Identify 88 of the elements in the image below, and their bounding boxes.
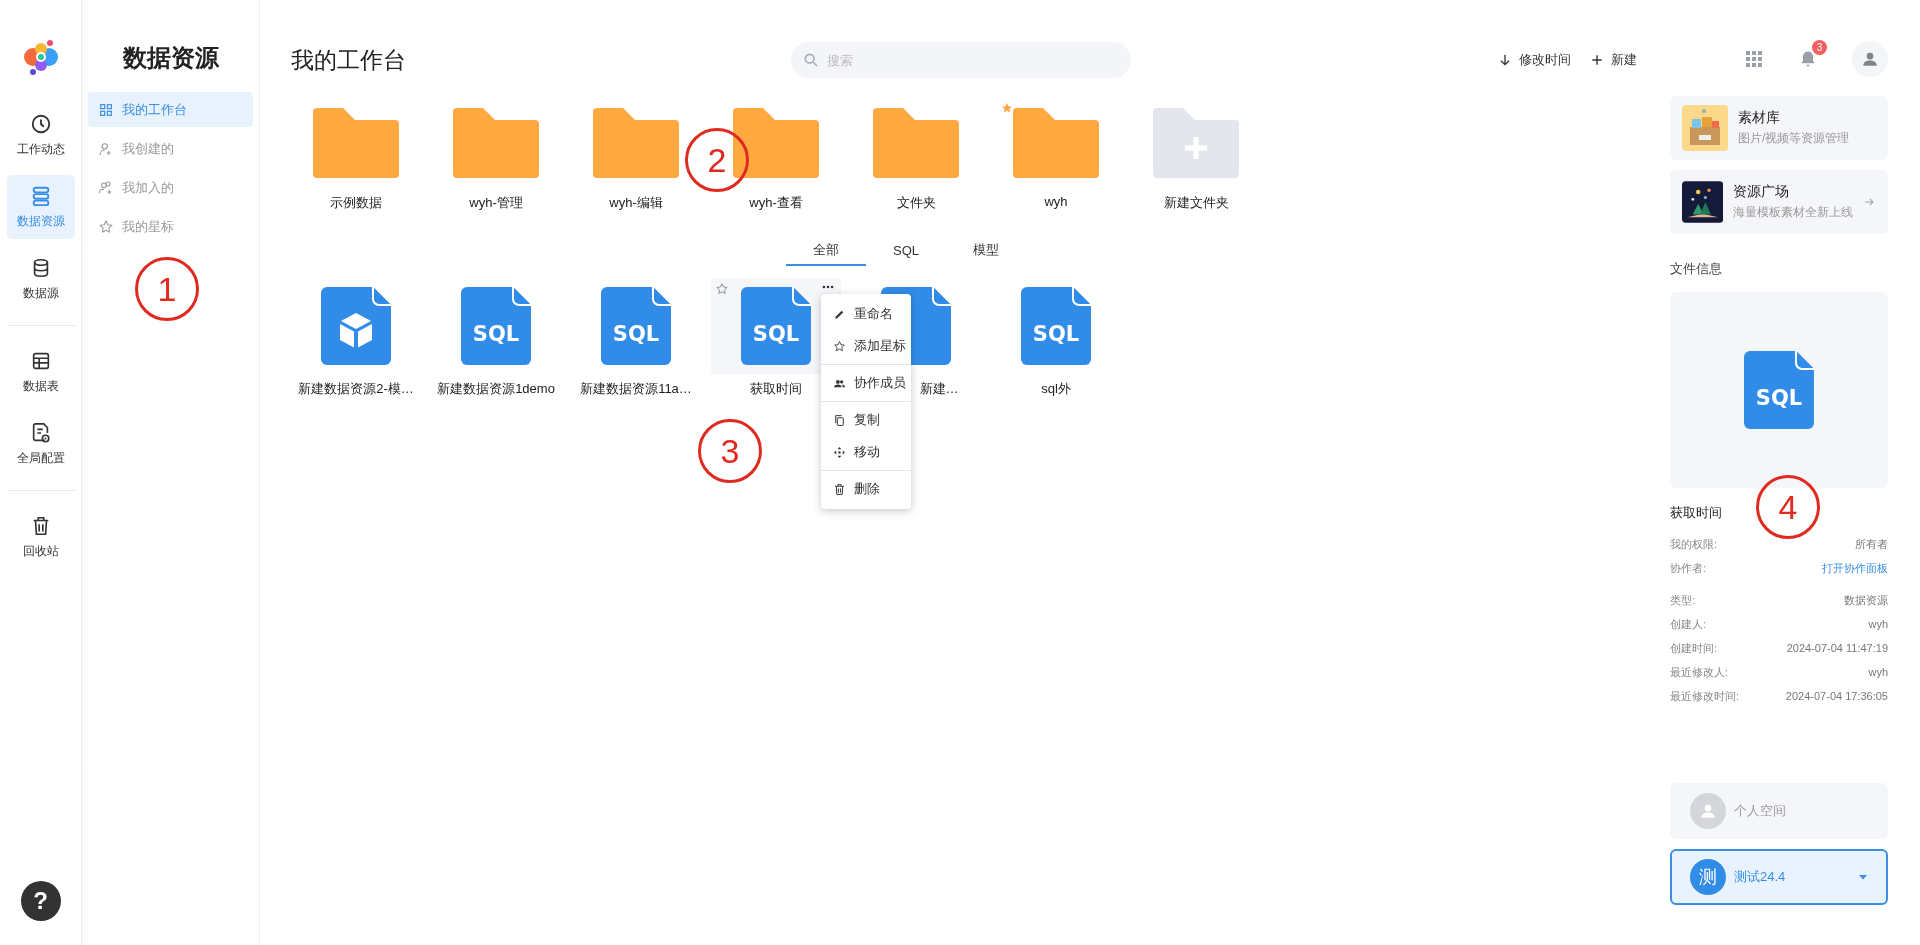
menu-item[interactable]: 删除 xyxy=(821,473,911,505)
collaboration-link[interactable]: 打开协作面板 xyxy=(1822,560,1888,576)
info-label: 协作者: xyxy=(1670,560,1707,576)
file-name: 新建数据资源1demo xyxy=(437,380,555,398)
sort-button[interactable]: 修改时间 xyxy=(1497,51,1571,69)
grid-icon xyxy=(98,101,114,118)
folder-icon[interactable] xyxy=(313,108,399,178)
info-label: 最近修改人: xyxy=(1670,664,1729,680)
info-label: 最近修改时间: xyxy=(1670,688,1740,704)
folder-icon[interactable] xyxy=(733,108,819,178)
annotation-number: 3 xyxy=(698,419,762,483)
copy-icon xyxy=(833,413,846,427)
page-title: 我的工作台 xyxy=(291,45,407,75)
file-name: 新建… xyxy=(919,380,959,398)
info-label: 类型: xyxy=(1670,592,1696,608)
annotation-number: 1 xyxy=(135,257,199,321)
notification-count: 3 xyxy=(1812,40,1827,55)
folder-icon[interactable] xyxy=(873,108,959,178)
search-icon xyxy=(803,52,819,68)
help-button[interactable]: ? xyxy=(20,881,61,921)
nav-item[interactable]: 工作动态 xyxy=(6,103,75,167)
folder-name: 文件夹 xyxy=(896,194,936,212)
filter-tab[interactable]: SQL xyxy=(866,236,946,266)
move-icon xyxy=(833,445,846,459)
sql-file-icon: SQL xyxy=(1744,351,1814,429)
star-icon xyxy=(833,339,846,353)
nav-item[interactable]: 回收站 xyxy=(6,505,75,569)
clock-icon xyxy=(29,112,52,135)
user-avatar[interactable] xyxy=(1852,41,1888,77)
info-label: 我的权限: xyxy=(1670,536,1718,552)
menu-item[interactable]: 复制 xyxy=(821,404,911,436)
promo-subtitle: 海量模板素材全新上线 xyxy=(1733,204,1854,221)
new-button[interactable]: 新建 xyxy=(1589,51,1637,69)
info-value: 数据资源 xyxy=(1844,592,1888,608)
trash-icon xyxy=(833,482,846,496)
info-value: 2024-07-04 11:47:19 xyxy=(1786,642,1888,654)
info-value: wyh xyxy=(1868,618,1888,630)
promo-subtitle: 图片/视频等资源管理 xyxy=(1738,130,1851,147)
star-icon[interactable] xyxy=(715,282,729,296)
sql-file-icon: SQL xyxy=(1021,287,1091,365)
promo-card[interactable]: 素材库 图片/视频等资源管理 xyxy=(1670,96,1888,160)
annotation-number: 4 xyxy=(1756,475,1820,539)
menu-item[interactable]: 移动 xyxy=(821,436,911,468)
file-name: 获取时间 xyxy=(750,380,802,398)
info-value: wyh xyxy=(1868,666,1888,678)
cube-file-icon xyxy=(321,287,391,365)
file-title: 获取时间 xyxy=(1670,504,1722,522)
folder-name: wyh xyxy=(1044,194,1068,209)
annotation-number: 2 xyxy=(685,128,749,192)
star-icon xyxy=(98,218,114,235)
info-label: 创建人: xyxy=(1670,616,1707,632)
users-plus-icon xyxy=(98,179,114,196)
filter-tab[interactable]: 全部 xyxy=(786,236,866,266)
info-value: 所有者 xyxy=(1855,536,1888,552)
search-field[interactable]: 搜索 xyxy=(791,42,1131,78)
info-value: 2024-07-04 17:36:05 xyxy=(1785,690,1888,702)
folder-icon[interactable] xyxy=(593,108,679,178)
nav-item[interactable]: 数据源 xyxy=(6,247,75,311)
user-plus-icon xyxy=(98,140,114,157)
folder-name: wyh-编辑 xyxy=(609,194,663,212)
file-name: sql外 xyxy=(1041,380,1071,398)
promo-card[interactable]: 资源广场 海量模板素材全新上线 xyxy=(1670,170,1888,234)
folder-icon[interactable] xyxy=(1013,108,1099,178)
section-title: 数据资源 xyxy=(121,43,220,73)
nav-item[interactable]: 数据表 xyxy=(6,340,75,404)
sql-file-icon: SQL xyxy=(461,287,531,365)
nav-item[interactable]: 全局配置 xyxy=(6,412,75,476)
file-name: 新建数据资源11a… xyxy=(580,380,692,398)
filter-tab[interactable]: 模型 xyxy=(946,236,1026,266)
folder-name: wyh-管理 xyxy=(469,194,523,212)
folder-icon[interactable] xyxy=(453,108,539,178)
team-avatar: 测 xyxy=(1690,859,1726,895)
apps-icon[interactable] xyxy=(1744,49,1764,69)
promo-title: 资源广场 xyxy=(1733,183,1791,201)
plus-icon xyxy=(1589,52,1605,68)
folder-name: wyh-查看 xyxy=(749,194,803,212)
sql-file-icon: SQL xyxy=(741,287,811,365)
person-icon xyxy=(1699,802,1717,820)
section-heading: 文件信息 xyxy=(1670,260,1723,278)
promo-title: 素材库 xyxy=(1738,109,1781,127)
sql-file-icon: SQL xyxy=(601,287,671,365)
file-name: 新建数据资源2-模… xyxy=(298,380,414,398)
info-label: 创建时间: xyxy=(1670,640,1718,656)
folder-name: 示例数据 xyxy=(330,194,382,212)
caret-icon xyxy=(1858,872,1868,882)
person-icon xyxy=(1861,50,1879,68)
folder-name: 新建文件夹 xyxy=(1163,194,1229,212)
menu-item[interactable]: 协作成员 xyxy=(821,367,911,399)
